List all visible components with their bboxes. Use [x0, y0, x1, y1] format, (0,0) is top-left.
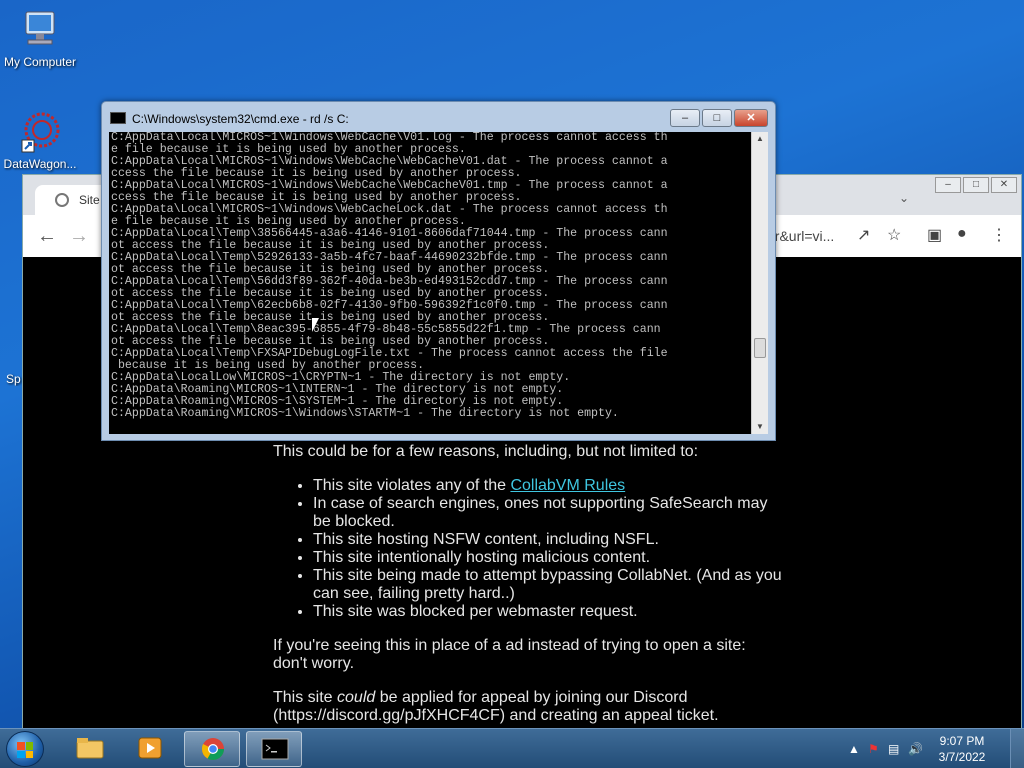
globe-icon	[55, 193, 69, 207]
clock[interactable]: 9:07 PM 3/7/2022	[930, 733, 994, 765]
share-icon[interactable]: ↗	[857, 225, 870, 245]
desktop-icon-partial[interactable]: Sp	[0, 372, 22, 386]
list-item: This site was blocked per webmaster requ…	[313, 603, 783, 621]
list-item: This site being made to attempt bypassin…	[313, 567, 783, 603]
desktop-icon-label: My Computer	[3, 55, 77, 69]
cmd-titlebar[interactable]: C:\Windows\system32\cmd.exe - rd /s C: –…	[102, 102, 775, 132]
computer-icon	[18, 8, 62, 52]
menu-kebab-icon[interactable]: ⋮	[991, 225, 1007, 245]
list-item: This site intentionally hosting maliciou…	[313, 549, 783, 567]
side-panel-icon[interactable]: ▣	[927, 225, 942, 245]
desktop-icon-label: DataWagon...	[3, 157, 77, 171]
scroll-down-icon[interactable]: ▼	[752, 420, 768, 434]
mouse-cursor-icon	[312, 318, 319, 332]
taskbar-cmd[interactable]	[246, 731, 302, 767]
console-output[interactable]: C:AppData\Local\MICROS~1\Windows\WebCach…	[109, 132, 751, 434]
clock-time: 9:07 PM	[939, 734, 985, 748]
close-button[interactable]: ✕	[734, 109, 768, 127]
list-item: This site hosting NSFW content, includin…	[313, 531, 783, 549]
taskbar-media-player[interactable]	[122, 731, 178, 767]
appeal-emphasis: could	[337, 689, 376, 706]
window-controls: – □ ✕	[933, 177, 1017, 193]
desktop-icon-datawagon[interactable]: DataWagon...	[0, 110, 80, 171]
show-desktop-button[interactable]	[1010, 729, 1024, 768]
list-item: This site violates any of the CollabVM R…	[313, 477, 783, 495]
folder-icon	[76, 738, 104, 759]
scrollbar-thumb[interactable]	[754, 338, 766, 358]
scroll-up-icon[interactable]: ▲	[752, 132, 768, 146]
list-item: In case of search engines, ones not supp…	[313, 495, 783, 531]
console-icon	[261, 738, 289, 760]
close-button[interactable]: ✕	[991, 177, 1017, 193]
reasons-intro: This could be for a few reasons, includi…	[273, 443, 699, 460]
volume-icon[interactable]: 🔊	[908, 742, 923, 756]
chrome-icon	[201, 738, 224, 760]
console-line: C:AppData\Roaming\MICROS~1\Windows\START…	[111, 407, 619, 420]
taskbar-chrome[interactable]	[184, 731, 240, 767]
address-bar[interactable]: er&url=vi...	[767, 228, 834, 244]
tab-search-chevron-icon[interactable]: ⌄	[899, 191, 909, 205]
desktop-icon-my-computer[interactable]: My Computer	[0, 8, 80, 69]
maximize-button[interactable]: □	[963, 177, 989, 193]
forward-arrow-icon[interactable]: →	[69, 225, 89, 248]
taskbar: ▲ ⚑ ▤ 🔊 9:07 PM 3/7/2022	[0, 728, 1024, 768]
desktop-icon-label: Sp	[6, 372, 21, 386]
windows-logo-icon	[17, 742, 33, 758]
action-center-flag-icon[interactable]: ⚑	[868, 742, 879, 756]
show-hidden-icons-icon[interactable]: ▲	[848, 742, 860, 756]
reasons-list: This site violates any of the CollabVM R…	[313, 477, 783, 621]
minimize-button[interactable]: –	[935, 177, 961, 193]
network-icon[interactable]: ▤	[888, 742, 899, 756]
taskbar-explorer[interactable]	[62, 731, 118, 767]
minimize-button[interactable]: –	[670, 109, 700, 127]
bookmark-star-icon[interactable]: ☆	[887, 225, 901, 245]
cmd-title: C:\Windows\system32\cmd.exe - rd /s C:	[132, 112, 349, 126]
datawagon-shortcut-icon	[18, 110, 62, 154]
back-arrow-icon[interactable]: ←	[37, 225, 57, 248]
console-icon	[110, 112, 126, 124]
profile-avatar-icon[interactable]: ●	[957, 225, 967, 243]
start-button[interactable]	[6, 731, 44, 767]
media-player-icon	[138, 737, 162, 759]
system-tray: ▲ ⚑ ▤ 🔊 9:07 PM 3/7/2022	[834, 729, 1024, 768]
appeal-text: This site	[273, 689, 338, 706]
collabvm-rules-link[interactable]: CollabVM Rules	[510, 477, 625, 494]
maximize-button[interactable]: □	[702, 109, 732, 127]
ad-note: If you're seeing this in place of a ad i…	[273, 637, 746, 672]
clock-date: 3/7/2022	[938, 750, 986, 764]
cmd-window: C:\Windows\system32\cmd.exe - rd /s C: –…	[101, 101, 776, 441]
appeal-note: This site could be applied for appeal by…	[273, 689, 773, 725]
list-item-text: This site violates any of the	[313, 477, 511, 494]
console-scrollbar[interactable]: ▲ ▼	[751, 132, 768, 434]
